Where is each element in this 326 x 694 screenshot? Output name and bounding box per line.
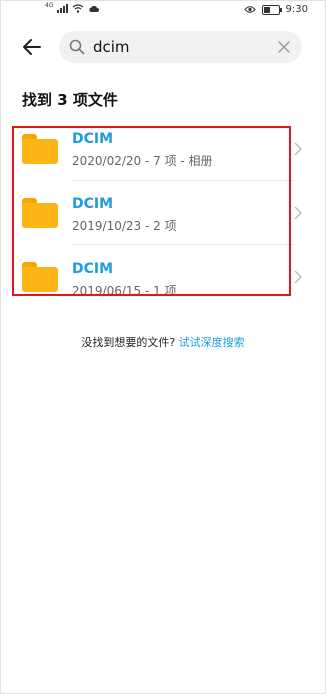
search-query[interactable]: dcim [93,38,130,56]
status-bar: 4G 9:30 [0,0,326,20]
deep-search-link[interactable]: 试试深度搜索 [179,336,245,349]
highlight-box [12,126,291,296]
search-input[interactable]: dcim [59,31,302,63]
chevron-right-icon [294,142,302,156]
wifi-icon [73,4,84,13]
chevron-right-icon [294,270,302,284]
cloud-icon [89,5,100,12]
deep-search-hint: 没找到想要的文件? 试试深度搜索 [0,334,326,350]
hint-text: 没找到想要的文件? [81,336,176,349]
signal-icon [57,4,69,13]
battery-icon [261,4,282,15]
back-arrow-icon[interactable] [20,34,46,60]
status-time: 9:30 [285,4,308,15]
search-icon [69,39,85,55]
results-count-title: 找到 3 项文件 [22,91,118,109]
network-type: 4G [45,2,54,9]
eye-comfort-icon [243,6,256,13]
chevron-right-icon [294,206,302,220]
clear-icon[interactable] [277,40,291,54]
